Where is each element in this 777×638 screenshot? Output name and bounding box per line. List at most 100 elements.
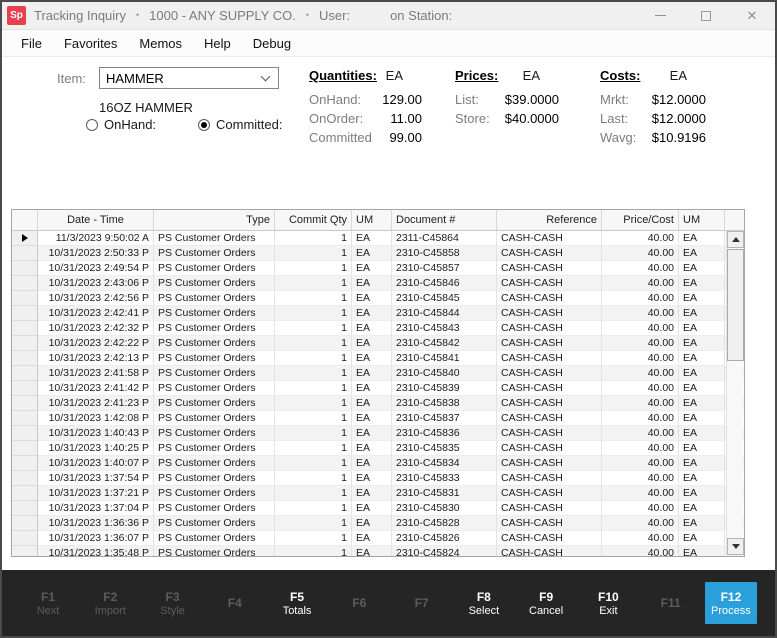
table-row[interactable]: 10/31/2023 2:49:54 PPS Customer Orders1E… (12, 261, 744, 276)
column-header[interactable]: Document # (392, 210, 497, 230)
table-row[interactable]: 10/31/2023 1:37:54 PPS Customer Orders1E… (12, 471, 744, 486)
row-selector[interactable] (12, 231, 38, 246)
table-cell: 1 (275, 456, 352, 471)
scroll-up-button[interactable] (727, 231, 744, 248)
table-cell: PS Customer Orders (154, 471, 275, 486)
fkey-f10-exit[interactable]: F10Exit (580, 590, 636, 617)
row-selector[interactable] (12, 351, 38, 366)
table-cell: 40.00 (602, 396, 679, 411)
row-selector[interactable] (12, 441, 38, 456)
table-cell: 1 (275, 441, 352, 456)
table-cell: EA (352, 531, 392, 546)
close-button[interactable]: ✕ (729, 2, 775, 29)
table-row[interactable]: 10/31/2023 2:42:32 PPS Customer Orders1E… (12, 321, 744, 336)
table-row[interactable]: 10/31/2023 2:42:41 PPS Customer Orders1E… (12, 306, 744, 321)
row-selector[interactable] (12, 291, 38, 306)
row-selector[interactable] (12, 396, 38, 411)
row-selector[interactable] (12, 516, 38, 531)
table-row[interactable]: 10/31/2023 2:41:23 PPS Customer Orders1E… (12, 396, 744, 411)
row-selector[interactable] (12, 306, 38, 321)
table-cell: EA (352, 381, 392, 396)
table-row[interactable]: 10/31/2023 2:42:22 PPS Customer Orders1E… (12, 336, 744, 351)
row-selector[interactable] (12, 261, 38, 276)
table-row[interactable]: 10/31/2023 2:42:56 PPS Customer Orders1E… (12, 291, 744, 306)
table-cell: CASH-CASH (497, 516, 602, 531)
row-selector[interactable] (12, 426, 38, 441)
row-selector[interactable] (12, 456, 38, 471)
table-row[interactable]: 10/31/2023 1:42:08 PPS Customer Orders1E… (12, 411, 744, 426)
row-selector[interactable] (12, 501, 38, 516)
row-selector[interactable] (12, 531, 38, 546)
vertical-scrollbar[interactable] (726, 231, 743, 555)
table-cell: 10/31/2023 2:50:33 P (38, 246, 154, 261)
maximize-button[interactable] (683, 2, 729, 29)
row-selector[interactable] (12, 381, 38, 396)
column-header[interactable]: Reference (497, 210, 602, 230)
menu-item-memos[interactable]: Memos (128, 36, 193, 51)
column-header[interactable]: Type (154, 210, 275, 230)
table-row[interactable]: 10/31/2023 1:40:07 PPS Customer Orders1E… (12, 456, 744, 471)
table-row[interactable]: 10/31/2023 1:35:48 PPS Customer Orders1E… (12, 546, 744, 557)
table-cell: CASH-CASH (497, 531, 602, 546)
menu-item-debug[interactable]: Debug (242, 36, 302, 51)
scroll-down-button[interactable] (727, 538, 744, 555)
row-selector[interactable] (12, 366, 38, 381)
minimize-button[interactable] (637, 2, 683, 29)
menu-item-help[interactable]: Help (193, 36, 242, 51)
table-row[interactable]: 10/31/2023 1:37:04 PPS Customer Orders1E… (12, 501, 744, 516)
row-selector[interactable] (12, 411, 38, 426)
radio-committed[interactable]: Committed: (198, 117, 282, 132)
scrollbar-thumb[interactable] (727, 249, 744, 361)
radio-onhand[interactable]: OnHand: (86, 117, 156, 132)
table-cell: EA (679, 366, 725, 381)
table-cell: CASH-CASH (497, 426, 602, 441)
fkey-f12-process[interactable]: F12Process (705, 582, 757, 624)
table-cell: 40.00 (602, 381, 679, 396)
row-selector[interactable] (12, 471, 38, 486)
row-selector[interactable] (12, 336, 38, 351)
arrow-up-icon (732, 237, 740, 242)
row-selector[interactable] (12, 546, 38, 557)
table-cell: 1 (275, 486, 352, 501)
table-row[interactable]: 10/31/2023 2:41:58 PPS Customer Orders1E… (12, 366, 744, 381)
row-selector[interactable] (12, 276, 38, 291)
column-header[interactable]: Date - Time (38, 210, 154, 230)
app-logo: Sp (7, 6, 26, 25)
info-label: Store: (455, 109, 490, 128)
info-value: $10.9196 (652, 128, 706, 147)
arrow-down-icon (732, 544, 740, 549)
title-bar[interactable]: Sp Tracking Inquiry • 1000 - ANY SUPPLY … (2, 2, 775, 30)
fkey-f9-cancel[interactable]: F9Cancel (518, 590, 574, 617)
table-cell: 40.00 (602, 366, 679, 381)
table-cell: EA (679, 381, 725, 396)
table-row[interactable]: 10/31/2023 1:40:25 PPS Customer Orders1E… (12, 441, 744, 456)
table-cell: 2310-C45839 (392, 381, 497, 396)
table-row[interactable]: 10/31/2023 2:42:13 PPS Customer Orders1E… (12, 351, 744, 366)
table-row[interactable]: 10/31/2023 2:43:06 PPS Customer Orders1E… (12, 276, 744, 291)
table-row[interactable]: 10/31/2023 1:36:36 PPS Customer Orders1E… (12, 516, 744, 531)
column-header[interactable]: Price/Cost (602, 210, 679, 230)
table-row[interactable]: 11/3/2023 9:50:02 APS Customer Orders1EA… (12, 231, 744, 246)
column-header[interactable]: UM (679, 210, 725, 230)
table-cell: PS Customer Orders (154, 276, 275, 291)
row-selector[interactable] (12, 321, 38, 336)
fkey-f8-select[interactable]: F8Select (456, 590, 512, 617)
menu-item-favorites[interactable]: Favorites (53, 36, 128, 51)
item-combobox[interactable]: HAMMER (99, 67, 279, 89)
table-row[interactable]: 10/31/2023 2:50:33 PPS Customer Orders1E… (12, 246, 744, 261)
main-content: Item: HAMMER 16OZ HAMMER OnHand: Committ… (2, 57, 775, 572)
row-selector[interactable] (12, 486, 38, 501)
table-row[interactable]: 10/31/2023 1:37:21 PPS Customer Orders1E… (12, 486, 744, 501)
table-cell: EA (352, 276, 392, 291)
fkey-f5-totals[interactable]: F5Totals (269, 590, 325, 617)
table-cell: 10/31/2023 1:37:21 P (38, 486, 154, 501)
menu-item-file[interactable]: File (10, 36, 53, 51)
table-row[interactable]: 10/31/2023 2:41:42 PPS Customer Orders1E… (12, 381, 744, 396)
column-header[interactable]: UM (352, 210, 392, 230)
table-row[interactable]: 10/31/2023 1:36:07 PPS Customer Orders1E… (12, 531, 744, 546)
table-cell: 2310-C45828 (392, 516, 497, 531)
row-selector[interactable] (12, 246, 38, 261)
table-row[interactable]: 10/31/2023 1:40:43 PPS Customer Orders1E… (12, 426, 744, 441)
info-value: 129.00 (382, 90, 422, 109)
column-header[interactable]: Commit Qty (275, 210, 352, 230)
